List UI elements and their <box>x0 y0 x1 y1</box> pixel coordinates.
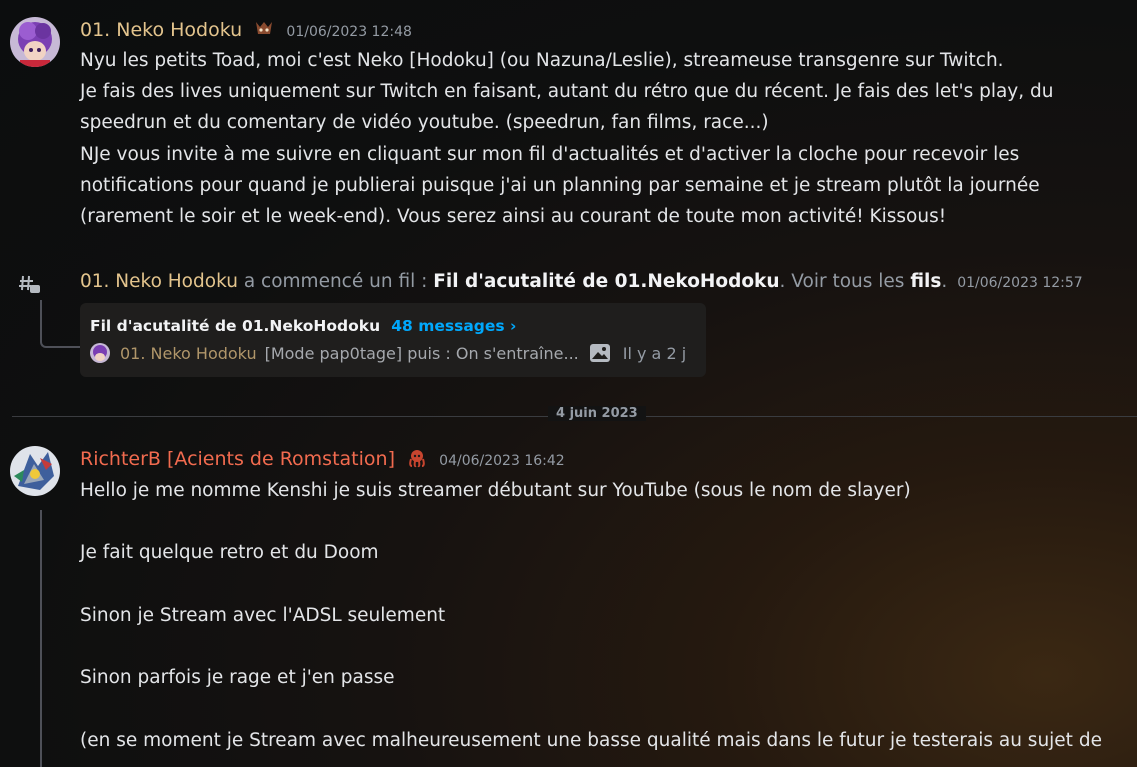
notice-timestamp[interactable]: 01/06/2023 12:57 <box>957 275 1083 291</box>
author-name[interactable]: RichterB [Acients de Romstation] <box>80 448 395 470</box>
reply-thread-line <box>40 510 42 767</box>
message-line: Je fait quelque retro et du Doom <box>80 542 379 564</box>
thread-message-count[interactable]: 48 messages › <box>391 317 516 335</box>
see-all-suffix: . <box>941 271 948 292</box>
notice-action: a commencé un fil : <box>237 271 434 292</box>
role-icon[interactable] <box>253 20 275 38</box>
author-name[interactable]: 01. Neko Hodoku <box>80 19 242 41</box>
thread-icon <box>18 273 42 301</box>
see-all-prefix: . Voir tous les <box>779 271 911 292</box>
timestamp[interactable]: 01/06/2023 12:48 <box>286 24 412 40</box>
preview-avatar <box>90 343 110 363</box>
message-header: RichterB [Acients de Romstation] 04/06/2… <box>80 448 565 470</box>
message-header: 01. Neko Hodoku 01/06/2023 12:48 <box>80 19 412 41</box>
preview-author: 01. Neko Hodoku <box>120 343 257 363</box>
avatar[interactable] <box>10 17 60 67</box>
message-content: Hello je me nomme Kenshi je suis streame… <box>80 475 1102 756</box>
thread-card-header: Fil d'acutalité de 01.NekoHodoku 48 mess… <box>90 316 516 335</box>
message-line: Sinon parfois je rage et j'en passe <box>80 667 395 689</box>
message-line: Sinon je Stream avec l'ADSL seulement <box>80 604 446 626</box>
message-line: NJe vous invite à me suivre en cliquant … <box>80 143 1020 165</box>
timestamp[interactable]: 04/06/2023 16:42 <box>439 453 565 469</box>
notice-author[interactable]: 01. Neko Hodoku <box>80 271 238 292</box>
thread-name-link[interactable]: Fil d'acutalité de 01.NekoHodoku <box>433 271 779 292</box>
message-line: Hello je me nomme Kenshi je suis streame… <box>80 480 911 501</box>
message-line: (rarement le soir et le week-end). Vous … <box>80 206 947 228</box>
preview-time-ago: Il y a 2 j <box>622 343 687 363</box>
message-line: notifications pour quand je publierai pu… <box>80 174 1040 196</box>
octopus-role-icon[interactable] <box>406 448 428 468</box>
see-all-threads-link[interactable]: fils <box>910 271 941 292</box>
preview-message: [Mode pap0tage] puis : On s'entraîne... <box>264 343 579 363</box>
date-divider: 4 juin 2023 <box>548 406 646 421</box>
message-line: Je fais des lives uniquement sur Twitch … <box>80 81 1054 103</box>
message-line: (en se moment je Stream avec malheureuse… <box>80 729 1102 751</box>
avatar[interactable] <box>10 446 60 496</box>
message-line: Nyu les petits Toad, moi c'est Neko [Hod… <box>80 50 1004 71</box>
thread-card-preview: 01. Neko Hodoku [Mode pap0tage] puis : O… <box>90 343 686 363</box>
message-content: Nyu les petits Toad, moi c'est Neko [Hod… <box>80 45 1053 232</box>
image-icon <box>589 343 611 363</box>
thread-notice: 01. Neko Hodoku a commencé un fil : Fil … <box>80 268 1083 297</box>
message-line: speedrun et du comentary de vidéo youtub… <box>80 112 769 134</box>
thread-card[interactable]: Fil d'acutalité de 01.NekoHodoku 48 mess… <box>80 303 706 377</box>
thread-card-title[interactable]: Fil d'acutalité de 01.NekoHodoku <box>90 317 380 335</box>
